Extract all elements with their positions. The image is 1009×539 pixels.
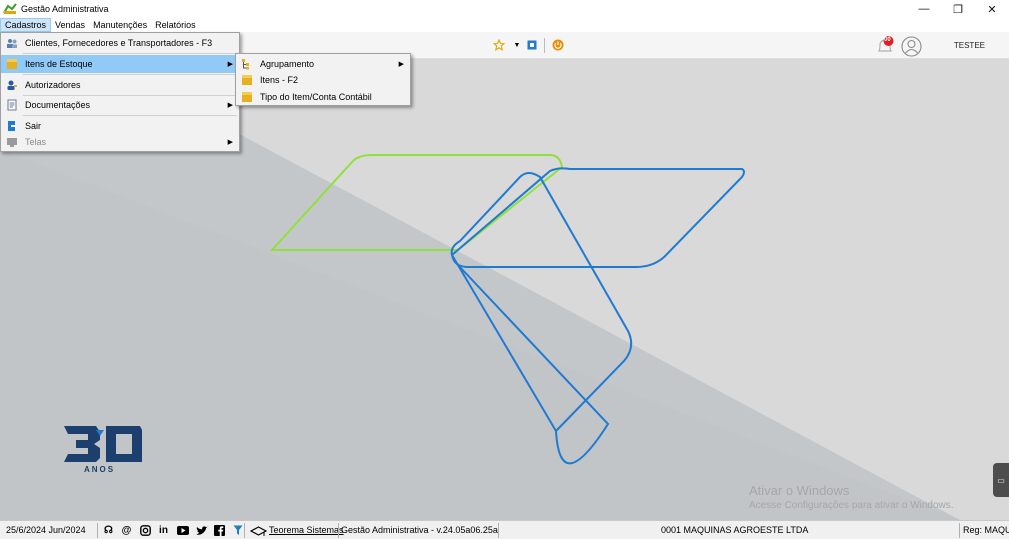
submenu-item-label: Itens - F2 <box>260 75 299 85</box>
menu-item-telas[interactable]: Telas ▶ <box>1 133 239 151</box>
menu-item-autorizadores[interactable]: Autorizadores <box>1 76 239 94</box>
status-separator <box>97 523 98 538</box>
status-company: 0001 MAQUINAS AGROESTE LTDA <box>661 525 809 535</box>
menu-cadastros[interactable]: Cadastros <box>0 18 52 32</box>
favorites-star-icon[interactable] <box>492 37 506 53</box>
submenu-item-label: Agrupamento <box>260 59 315 69</box>
people-icon <box>7 39 17 48</box>
menu-item-label: Clientes, Fornecedores e Transportadores… <box>25 38 213 48</box>
menu-item-documentacoes[interactable]: Documentações ▶ <box>1 96 239 114</box>
submenu-arrow-icon: ▶ <box>398 61 404 68</box>
logo-anos-text: ANOS <box>84 465 116 474</box>
notification-bell-icon[interactable]: 00 <box>874 35 896 57</box>
close-button[interactable]: ✕ <box>975 0 1009 18</box>
minimize-button[interactable]: — <box>907 0 941 18</box>
menu-item-label: Telas <box>25 137 47 147</box>
headset-icon[interactable]: ☊ <box>102 524 115 537</box>
menu-separator <box>23 74 237 75</box>
watermark-title: Ativar o Windows <box>749 483 850 498</box>
window-title: Gestão Administrativa <box>21 4 109 14</box>
screen-icon <box>7 138 17 147</box>
app-icon <box>3 3 17 14</box>
exit-icon <box>8 121 16 131</box>
company-hat-icon <box>249 524 267 537</box>
submenu-item-tipo-item[interactable]: Tipo do Item/Conta Contábil <box>236 88 410 106</box>
title-bar: Gestão Administrativa — ❐ ✕ <box>0 0 1009 18</box>
box-icon <box>7 59 17 69</box>
instagram-icon[interactable] <box>139 524 152 537</box>
cadastros-menu: Clientes, Fornecedores e Transportadores… <box>0 32 240 152</box>
power-icon[interactable] <box>551 37 565 53</box>
user-key-icon <box>7 80 17 90</box>
linkedin-icon[interactable]: in <box>157 524 170 537</box>
status-bar: 25/6/2024 Jun/2024 ☊ @ in Teorema Sistem… <box>0 520 1009 539</box>
windows-activation-watermark: Ativar o Windows Acesse Configurações pa… <box>749 483 954 511</box>
facebook-icon[interactable] <box>213 524 226 537</box>
youtube-icon[interactable] <box>176 524 189 537</box>
logo-graphic <box>64 426 142 462</box>
calendar-icon[interactable] <box>526 37 538 53</box>
submenu-item-itens-f2[interactable]: Itens - F2 <box>236 71 410 89</box>
email-icon[interactable]: @ <box>120 524 133 537</box>
menu-item-label: Autorizadores <box>25 80 81 90</box>
menu-item-itens-estoque[interactable]: Itens de Estoque ▶ <box>1 55 239 73</box>
menu-relatorios[interactable]: Relatórios <box>151 18 200 32</box>
submenu-arrow-icon: ▶ <box>227 102 233 109</box>
status-separator <box>244 523 245 538</box>
30-anos-logo: ANOS <box>62 424 144 476</box>
dropdown-arrow-icon[interactable]: ▼ <box>512 37 522 53</box>
twitter-icon[interactable] <box>195 524 208 537</box>
box-icon <box>242 75 252 85</box>
status-date: 25/6/2024 Jun/2024 <box>6 525 86 535</box>
document-icon <box>7 99 17 111</box>
menu-separator <box>23 53 237 54</box>
submenu-arrow-icon: ▶ <box>227 139 233 146</box>
estoque-submenu: Agrupamento ▶ Itens - F2 Tipo do Item/Co… <box>235 53 411 106</box>
teorema-sistemas-link[interactable]: Teorema Sistemas <box>269 521 344 539</box>
user-avatar-icon[interactable] <box>900 35 922 57</box>
menu-vendas[interactable]: Vendas <box>51 18 89 32</box>
menu-bar: Cadastros Vendas Manutenções Relatórios <box>0 18 1009 32</box>
submenu-item-label: Tipo do Item/Conta Contábil <box>260 92 372 102</box>
menu-manutencoes[interactable]: Manutenções <box>89 18 151 32</box>
menu-item-label: Itens de Estoque <box>25 59 93 69</box>
restore-button[interactable]: ❐ <box>941 0 975 18</box>
notification-count: 00 <box>884 37 891 43</box>
menu-item-clientes[interactable]: Clientes, Fornecedores e Transportadores… <box>1 34 239 52</box>
toolbar-divider <box>544 38 545 53</box>
menu-separator <box>23 115 237 116</box>
menu-item-label: Documentações <box>25 100 91 110</box>
side-panel-tab[interactable]: ▭ <box>993 463 1009 497</box>
submenu-arrow-icon: ▶ <box>227 61 233 68</box>
status-separator <box>498 523 499 538</box>
box-icon <box>242 92 252 102</box>
status-separator <box>338 523 339 538</box>
watermark-subtitle: Acesse Configurações para ativar o Windo… <box>749 500 954 511</box>
status-reg: Reg: MAQU <box>963 525 1009 535</box>
status-version: Gestão Administrativa - v.24.05a06.25a <box>341 525 498 535</box>
tree-icon <box>242 59 249 70</box>
status-separator <box>959 523 960 538</box>
user-name: TESTEE <box>953 41 985 50</box>
menu-item-label: Sair <box>25 121 42 131</box>
filter-icon[interactable] <box>231 524 244 537</box>
chat-icon: ▭ <box>997 475 1005 485</box>
